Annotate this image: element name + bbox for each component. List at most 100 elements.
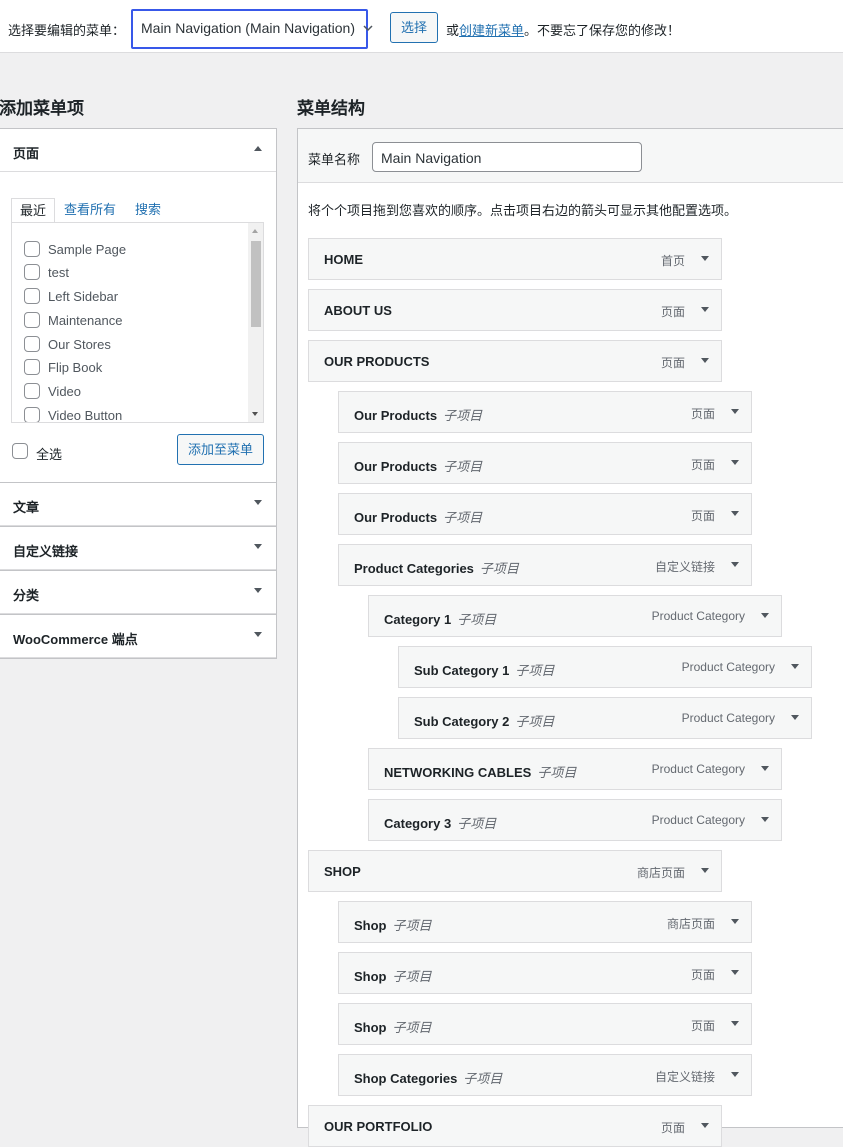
menu-item[interactable]: Category 3 子项目 Product Category (368, 799, 782, 841)
menu-item-type: 商店页面 (666, 917, 715, 931)
menu-item[interactable]: Category 1 子项目 Product Category (368, 595, 782, 637)
posts-accordion[interactable]: 文章 (0, 483, 277, 527)
menu-item-type: Product Category (681, 711, 775, 725)
caret-down-icon[interactable] (701, 256, 709, 261)
caret-down-icon[interactable] (791, 715, 799, 720)
menu-item[interactable]: Our Products 子项目 页面 (338, 442, 752, 484)
checkbox[interactable] (24, 336, 40, 352)
caret-down-icon[interactable] (254, 500, 262, 505)
caret-up-icon[interactable] (254, 146, 262, 151)
caret-down-icon[interactable] (701, 358, 709, 363)
menu-item-label: OUR PORTFOLIO (324, 1119, 433, 1134)
menu-item[interactable]: Sub Category 2 子项目 Product Category (398, 697, 812, 739)
caret-down-icon[interactable] (731, 1021, 739, 1026)
checkbox[interactable] (24, 241, 40, 257)
add-to-menu-button[interactable]: 添加至菜单 (177, 434, 264, 465)
checkbox[interactable] (24, 407, 40, 422)
menu-select-value: Main Navigation (Main Navigation) (141, 20, 355, 36)
pages-accordion-header[interactable]: 页面 (0, 129, 276, 172)
menu-structure-panel: 菜单名称 Main Navigation 将个个项目拖到您喜欢的顺序。点击项目右… (297, 128, 843, 1147)
menu-item[interactable]: Our Products 子项目 页面 (338, 493, 752, 535)
caret-down-icon[interactable] (701, 868, 709, 873)
menu-item[interactable]: Sub Category 1 子项目 Product Category (398, 646, 812, 688)
page-label: Sample Page (48, 242, 127, 257)
categories-accordion-title: 分类 (13, 588, 40, 603)
checkbox[interactable] (24, 359, 40, 375)
caret-down-icon[interactable] (731, 460, 739, 465)
tab-view-all[interactable]: 查看所有 (64, 198, 116, 222)
caret-down-icon[interactable] (254, 544, 262, 549)
tab-recent[interactable]: 最近 (11, 198, 56, 223)
categories-accordion-header[interactable]: 分类 (0, 571, 276, 614)
caret-down-icon[interactable] (731, 562, 739, 567)
menu-item[interactable]: Shop 子项目 商店页面 (338, 901, 752, 943)
caret-down-icon[interactable] (701, 307, 709, 312)
menu-item-type: Product Category (651, 609, 745, 623)
menu-item[interactable]: OUR PORTFOLIO 页面 (308, 1105, 722, 1147)
menu-item[interactable]: Our Products 子项目 页面 (338, 391, 752, 433)
menu-name-label: 菜单名称 (308, 152, 361, 167)
menu-item-type: 自定义链接 (654, 560, 715, 574)
woocommerce-endpoints-accordion[interactable]: WooCommerce 端点 (0, 615, 277, 659)
page-label: Video Button (48, 408, 123, 423)
menu-select-dropdown[interactable]: Main Navigation (Main Navigation) (131, 9, 379, 49)
caret-down-icon[interactable] (254, 632, 262, 637)
menu-item[interactable]: OUR PRODUCTS 页面 (308, 340, 722, 382)
sub-item-label: 子项目 (537, 765, 577, 780)
checkbox[interactable] (24, 383, 40, 399)
custom-links-accordion-header[interactable]: 自定义链接 (0, 527, 276, 570)
menu-name-input[interactable]: Main Navigation (372, 142, 642, 172)
caret-down-icon[interactable] (731, 970, 739, 975)
caret-down-icon[interactable] (761, 817, 769, 822)
menu-item[interactable]: NETWORKING CABLES 子项目 Product Category (368, 748, 782, 790)
menu-item[interactable]: Product Categories 子项目 自定义链接 (338, 544, 752, 586)
menu-item[interactable]: SHOP 商店页面 (308, 850, 722, 892)
caret-down-icon[interactable] (791, 664, 799, 669)
menu-item-title: Sub Category 1 子项目 (414, 660, 554, 679)
create-menu-hint: 或创建新菜单。不要忘了保存您的修改！ (446, 20, 680, 39)
menu-item-type: 页面 (690, 1019, 715, 1033)
pages-accordion-title: 页面 (13, 146, 40, 161)
caret-down-icon[interactable] (731, 919, 739, 924)
categories-accordion[interactable]: 分类 (0, 571, 277, 615)
sub-item-label: 子项目 (443, 510, 483, 525)
menu-item-title: HOME (324, 252, 363, 267)
menu-item[interactable]: HOME 首页 (308, 238, 722, 280)
menu-item[interactable]: Shop Categories 子项目 自定义链接 (338, 1054, 752, 1096)
menu-item[interactable]: ABOUT US 页面 (308, 289, 722, 331)
sub-item-label: 子项目 (392, 1020, 432, 1035)
select-all-checkbox[interactable] (12, 443, 28, 459)
pages-checklist[interactable]: Sample Page test Left Sidebar Maintenanc… (11, 222, 264, 423)
scroll-up-icon[interactable] (252, 229, 258, 233)
caret-down-icon[interactable] (731, 1072, 739, 1077)
caret-down-icon[interactable] (731, 511, 739, 516)
caret-down-icon[interactable] (731, 409, 739, 414)
caret-down-icon[interactable] (761, 766, 769, 771)
add-menu-items-panel: 页面 最近 查看所有 搜索 Sample Page test Left Side… (0, 128, 277, 659)
custom-links-accordion[interactable]: 自定义链接 (0, 527, 277, 571)
tab-search[interactable]: 搜索 (135, 198, 161, 222)
sub-item-label: 子项目 (457, 816, 497, 831)
pages-accordion-body: 最近 查看所有 搜索 Sample Page test Left Sidebar… (0, 172, 276, 482)
menu-item[interactable]: Shop 子项目 页面 (338, 1003, 752, 1045)
caret-down-icon[interactable] (701, 1123, 709, 1128)
caret-down-icon[interactable] (254, 588, 262, 593)
menu-item-label: OUR PRODUCTS (324, 354, 430, 369)
checklist-scrollbar[interactable] (248, 223, 263, 422)
menu-item-label: HOME (324, 252, 363, 267)
caret-down-icon[interactable] (761, 613, 769, 618)
posts-accordion-header[interactable]: 文章 (0, 483, 276, 526)
woocommerce-endpoints-accordion-header[interactable]: WooCommerce 端点 (0, 615, 276, 658)
checkbox[interactable] (24, 312, 40, 328)
checkbox[interactable] (24, 288, 40, 304)
menu-item-title: OUR PRODUCTS (324, 354, 429, 369)
scroll-down-icon[interactable] (252, 412, 258, 416)
menu-item[interactable]: Shop 子项目 页面 (338, 952, 752, 994)
create-new-menu-link[interactable]: 创建新菜单 (459, 23, 524, 38)
select-menu-button[interactable]: 选择 (390, 12, 438, 43)
scrollbar-thumb[interactable] (251, 241, 261, 327)
checkbox[interactable] (24, 264, 40, 280)
menu-item-type: 页面 (690, 968, 715, 982)
menu-item-title: Shop Categories 子项目 (354, 1068, 502, 1087)
menu-item-title: Our Products 子项目 (354, 405, 482, 424)
